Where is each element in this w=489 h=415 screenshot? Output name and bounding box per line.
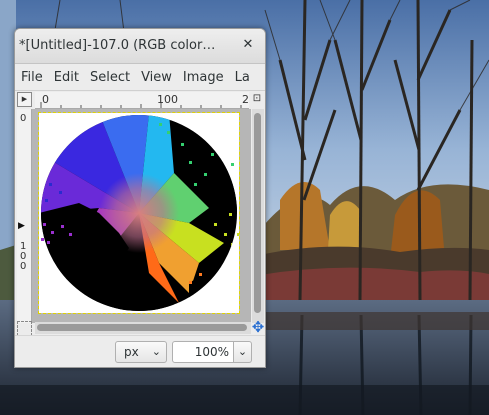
- window-title-text: *[Untitled]-107.0 (RGB color: [19, 38, 203, 53]
- navigate-icon[interactable]: ✥: [251, 319, 265, 335]
- statusbar: px ⌄ 100% ⌄: [15, 335, 265, 367]
- window-titlebar[interactable]: *[Untitled]-107.0 (RGB color… ✕: [15, 29, 265, 64]
- v-ruler-label-0: 0: [20, 113, 27, 124]
- title-ellipsis: …: [202, 38, 216, 53]
- close-button[interactable]: ✕: [239, 36, 257, 54]
- h-ruler-label-200: 2: [242, 93, 249, 106]
- menu-layer[interactable]: La: [229, 64, 255, 85]
- h-ruler-label-100: 100: [157, 93, 178, 106]
- zoom-value: 100%: [194, 345, 229, 359]
- horizontal-ruler[interactable]: 0 100 2: [35, 92, 249, 109]
- zoom-fit-icon[interactable]: ⊡: [251, 92, 263, 106]
- unit-select[interactable]: px ⌄: [115, 341, 167, 363]
- menu-edit[interactable]: Edit: [48, 64, 84, 85]
- canvas-area[interactable]: [32, 109, 251, 323]
- ruler-corner-icon[interactable]: ▶: [17, 92, 32, 107]
- vertical-scrollbar[interactable]: [252, 109, 264, 323]
- window-title: *[Untitled]-107.0 (RGB color…: [19, 38, 235, 53]
- ruler-position-marker: ▶: [18, 221, 25, 231]
- vertical-scrollbar-thumb[interactable]: [254, 113, 261, 313]
- vertical-ruler[interactable]: 0 1 0 0 ▶: [17, 109, 32, 323]
- gimp-image-window[interactable]: *[Untitled]-107.0 (RGB color… ✕ File Edit…: [14, 28, 266, 368]
- unit-value: px: [124, 345, 139, 359]
- zoom-input[interactable]: 100%: [172, 341, 234, 363]
- menu-file[interactable]: File: [15, 64, 48, 85]
- h-ruler-label-0: 0: [42, 93, 49, 106]
- v-ruler-label-0c: 0: [20, 261, 27, 272]
- menu-view[interactable]: View: [135, 64, 177, 85]
- menubar: File Edit Select View Image La: [15, 64, 265, 91]
- quick-mask-icon[interactable]: [17, 321, 32, 336]
- zoom-dropdown-button[interactable]: ⌄: [234, 341, 252, 363]
- chevron-down-icon: ⌄: [151, 345, 161, 358]
- menu-select[interactable]: Select: [84, 64, 135, 85]
- horizontal-scrollbar-thumb[interactable]: [37, 324, 247, 331]
- image-canvas[interactable]: [38, 112, 240, 314]
- chevron-down-icon: ⌄: [237, 345, 248, 358]
- menu-image[interactable]: Image: [177, 64, 229, 85]
- close-icon: ✕: [242, 37, 254, 52]
- horizontal-scrollbar[interactable]: [35, 322, 251, 334]
